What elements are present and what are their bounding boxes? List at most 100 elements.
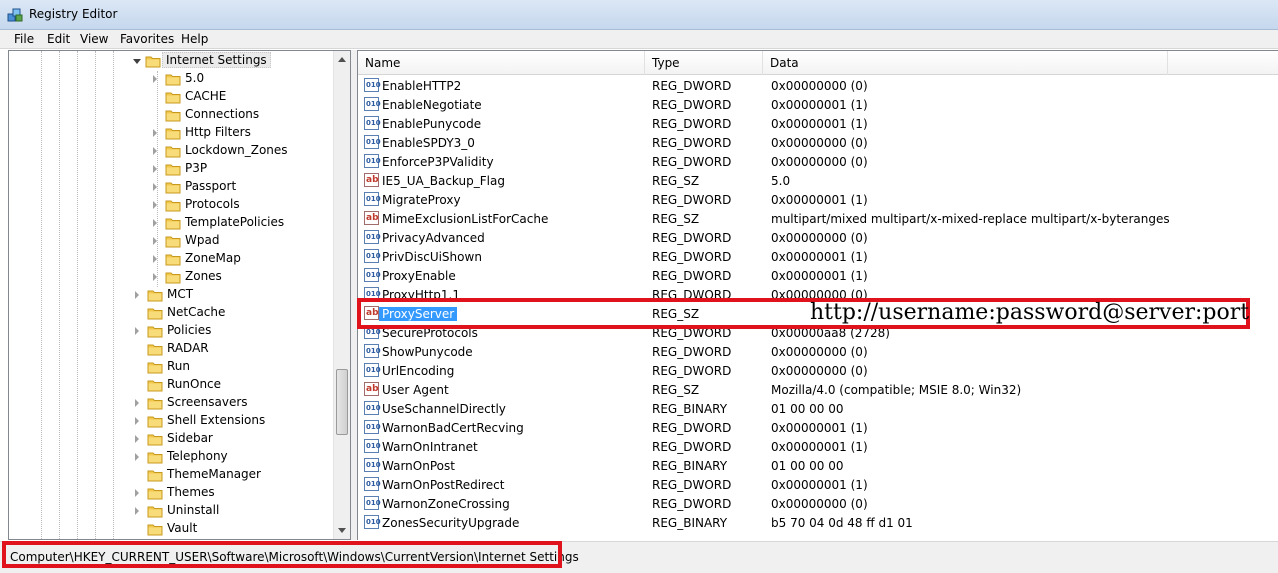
registry-value-row[interactable]: 010 ProxyEnable REG_DWORD 0x00000001 (1) — [358, 266, 1278, 285]
tree-node-shell-extensions[interactable]: Shell Extensions — [9, 412, 329, 430]
registry-value-row[interactable]: 010 UseSchannelDirectly REG_BINARY 01 00 00… — [358, 399, 1278, 418]
value-data: b5 70 04 0d 48 ff d1 01 — [771, 516, 913, 530]
registry-value-row[interactable]: 010 WarnOnIntranet REG_DWORD 0x00000001 (1) — [358, 437, 1278, 456]
collapsed-arrow-icon[interactable] — [153, 273, 157, 281]
folder-icon — [147, 486, 163, 500]
collapsed-arrow-icon[interactable] — [153, 255, 157, 263]
registry-value-row[interactable]: 010 EnforceP3PValidity REG_DWORD 0x00000000… — [358, 152, 1278, 171]
tree-node-zones[interactable]: Zones — [9, 268, 329, 286]
binary-value-icon: 010 — [364, 458, 381, 472]
tree-node-label: Screensavers — [167, 395, 248, 409]
tree-node-sidebar[interactable]: Sidebar — [9, 430, 329, 448]
registry-value-row[interactable]: 010 WarnOnPost REG_BINARY 01 00 00 00 — [358, 456, 1278, 475]
value-name: ZonesSecurityUpgrade — [382, 516, 520, 530]
collapsed-arrow-icon[interactable] — [153, 165, 157, 173]
tree-node-http-filters[interactable]: Http Filters — [9, 124, 329, 142]
registry-tree[interactable]: Internet Settings 5.0 CACHE Connections Http… — [8, 50, 351, 540]
menu-view[interactable]: View — [80, 32, 108, 46]
tree-node-label: Protocols — [185, 197, 240, 211]
tree-node-screensavers[interactable]: Screensavers — [9, 394, 329, 412]
menu-help[interactable]: Help — [181, 32, 208, 46]
collapsed-arrow-icon[interactable] — [135, 453, 139, 461]
tree-node-wpad[interactable]: Wpad — [9, 232, 329, 250]
collapsed-arrow-icon[interactable] — [153, 237, 157, 245]
menu-file[interactable]: File — [14, 32, 34, 46]
registry-value-row[interactable]: 010 PrivacyAdvanced REG_DWORD 0x00000000 (0… — [358, 228, 1278, 247]
tree-vertical-scrollbar[interactable] — [333, 51, 350, 539]
tree-node-themes[interactable]: Themes — [9, 484, 329, 502]
tree-node-lockdown-zones[interactable]: Lockdown_Zones — [9, 142, 329, 160]
value-name: ProxyEnable — [382, 269, 456, 283]
tree-node-cache[interactable]: CACHE — [9, 88, 329, 106]
tree-node-runonce[interactable]: RunOnce — [9, 376, 329, 394]
column-header-data[interactable]: Data — [763, 51, 1168, 75]
registry-value-row[interactable]: 010 EnableHTTP2 REG_DWORD 0x00000000 (0) — [358, 76, 1278, 95]
tree-node-5-0[interactable]: 5.0 — [9, 70, 329, 88]
collapsed-arrow-icon[interactable] — [135, 399, 139, 407]
registry-value-row[interactable]: ab User Agent REG_SZ Mozilla/4.0 (compatibl… — [358, 380, 1278, 399]
collapsed-arrow-icon[interactable] — [153, 129, 157, 137]
registry-value-row[interactable]: 010 UrlEncoding REG_DWORD 0x00000000 (0) — [358, 361, 1278, 380]
registry-value-row[interactable]: 010 WarnonBadCertRecving REG_DWORD 0x000000… — [358, 418, 1278, 437]
menu-edit[interactable]: Edit — [47, 32, 70, 46]
value-data: 0x00000000 (0) — [771, 364, 868, 378]
proxy-format-annotation: http://username:password@server:port — [810, 300, 1250, 325]
tree-node-run[interactable]: Run — [9, 358, 329, 376]
collapsed-arrow-icon[interactable] — [135, 417, 139, 425]
tree-node-protocols[interactable]: Protocols — [9, 196, 329, 214]
tree-node-templatepolicies[interactable]: TemplatePolicies — [9, 214, 329, 232]
registry-value-row[interactable]: 010 EnablePunycode REG_DWORD 0x00000001 (1) — [358, 114, 1278, 133]
scroll-down-arrow-icon[interactable] — [338, 528, 346, 533]
tree-node-netcache[interactable]: NetCache — [9, 304, 329, 322]
values-list[interactable]: Name Type Data 010 EnableHTTP2 REG_DWORD 0x… — [357, 50, 1278, 540]
collapsed-arrow-icon[interactable] — [153, 75, 157, 83]
registry-value-row[interactable]: ab MimeExclusionListForCache REG_SZ multipa… — [358, 209, 1278, 228]
registry-value-row[interactable]: 010 EnableSPDY3_0 REG_DWORD 0x00000000 (0) — [358, 133, 1278, 152]
menu-favorites[interactable]: Favorites — [120, 32, 174, 46]
collapsed-arrow-icon[interactable] — [153, 147, 157, 155]
registry-value-row[interactable]: 010 WarnOnPostRedirect REG_DWORD 0x00000001… — [358, 475, 1278, 494]
collapsed-arrow-icon[interactable] — [153, 219, 157, 227]
tree-node-policies[interactable]: Policies — [9, 322, 329, 340]
registry-value-row[interactable]: ab IE5_UA_Backup_Flag REG_SZ 5.0 — [358, 171, 1278, 190]
collapsed-arrow-icon[interactable] — [153, 183, 157, 191]
registry-value-row[interactable]: 010 EnableNegotiate REG_DWORD 0x00000001 (1… — [358, 95, 1278, 114]
collapsed-arrow-icon[interactable] — [135, 291, 139, 299]
value-data: 01 00 00 00 — [771, 402, 844, 416]
registry-value-row[interactable]: 010 ShowPunycode REG_DWORD 0x00000000 (0) — [358, 342, 1278, 361]
column-header-type[interactable]: Type — [645, 51, 763, 75]
tree-node-passport[interactable]: Passport — [9, 178, 329, 196]
collapsed-arrow-icon[interactable] — [135, 507, 139, 515]
tree-node-uninstall[interactable]: Uninstall — [9, 502, 329, 520]
registry-value-row[interactable]: 010 ZonesSecurityUpgrade REG_BINARY b5 70 0… — [358, 513, 1278, 532]
column-header-name[interactable]: Name — [358, 51, 645, 75]
registry-value-row[interactable]: 010 MigrateProxy REG_DWORD 0x00000001 (1) — [358, 190, 1278, 209]
collapsed-arrow-icon[interactable] — [135, 489, 139, 497]
menu-bar: File Edit View Favorites Help — [0, 30, 1278, 49]
collapsed-arrow-icon[interactable] — [135, 435, 139, 443]
expanded-arrow-icon[interactable] — [133, 59, 141, 64]
tree-node-radar[interactable]: RADAR — [9, 340, 329, 358]
tree-node-mct[interactable]: MCT — [9, 286, 329, 304]
path-highlight-box — [2, 541, 562, 568]
tree-node-p3p[interactable]: P3P — [9, 160, 329, 178]
folder-icon — [147, 324, 163, 338]
collapsed-arrow-icon[interactable] — [153, 201, 157, 209]
tree-node-thememanager[interactable]: ThemeManager — [9, 466, 329, 484]
value-name: WarnOnPostRedirect — [382, 478, 505, 492]
binary-value-icon: 010 — [364, 154, 381, 168]
tree-node-label: 5.0 — [185, 71, 205, 85]
tree-node-connections[interactable]: Connections — [9, 106, 329, 124]
collapsed-arrow-icon[interactable] — [135, 327, 139, 335]
tree-node-vault[interactable]: Vault — [9, 520, 329, 538]
value-type: REG_SZ — [652, 383, 700, 397]
tree-node-telephony[interactable]: Telephony — [9, 448, 329, 466]
folder-icon — [147, 360, 163, 374]
tree-node-zonemap[interactable]: ZoneMap — [9, 250, 329, 268]
folder-icon — [165, 162, 181, 176]
registry-value-row[interactable]: 010 PrivDiscUiShown REG_DWORD 0x00000001 (1… — [358, 247, 1278, 266]
scroll-thumb[interactable] — [336, 369, 348, 435]
registry-value-row[interactable]: 010 WarnonZoneCrossing REG_DWORD 0x00000000… — [358, 494, 1278, 513]
tree-node-internet-settings[interactable]: Internet Settings — [9, 52, 329, 70]
scroll-up-arrow-icon[interactable] — [338, 57, 346, 62]
